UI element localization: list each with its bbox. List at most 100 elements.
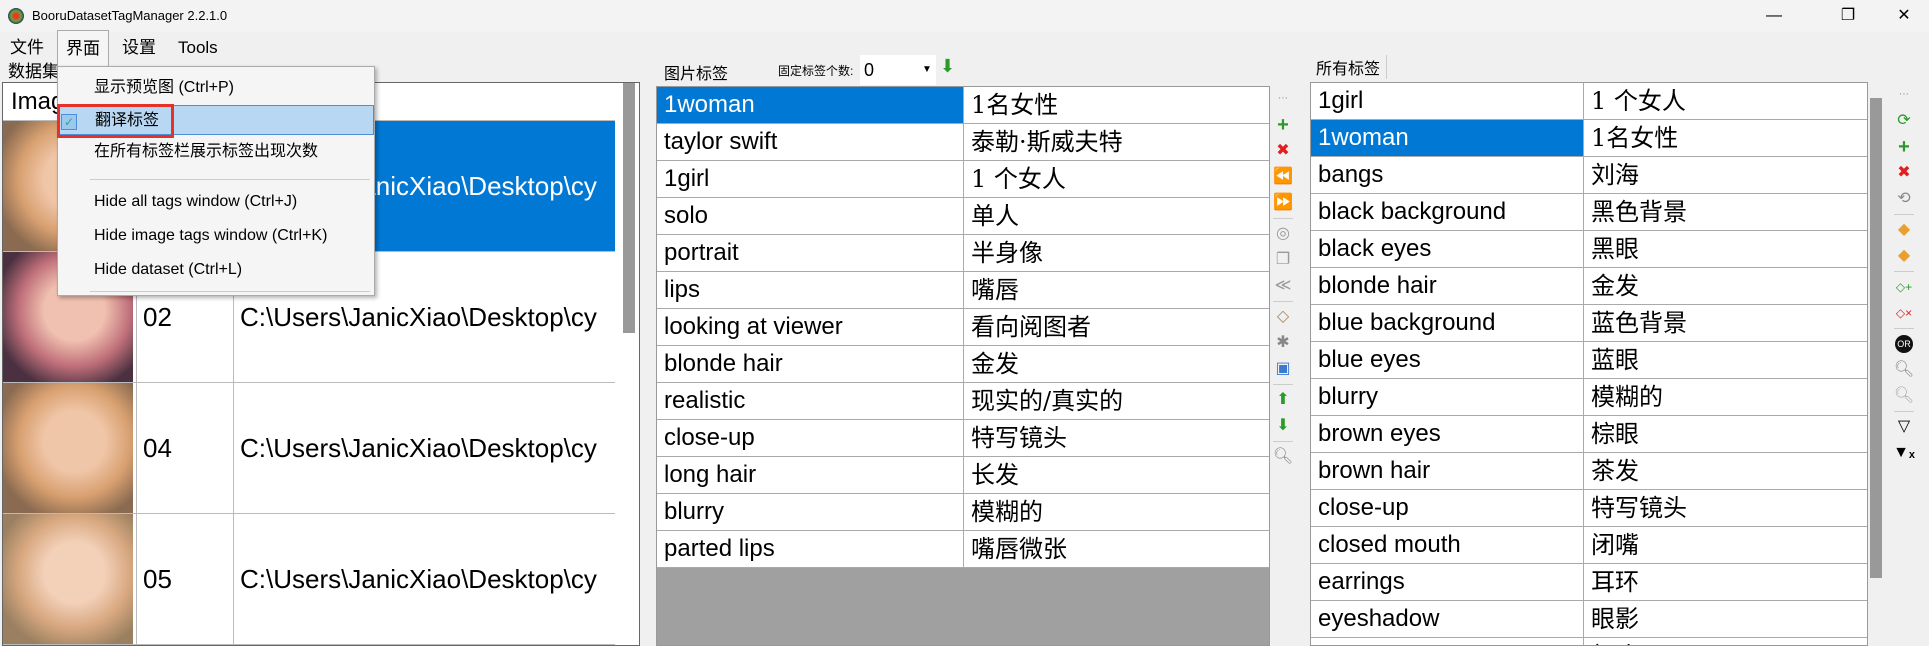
all-tags-scrollbar[interactable] [1870,98,1882,578]
dataset-row[interactable]: 05 C:\Users\JanicXiao\Desktop\cy [3,514,615,645]
tag-name[interactable]: brown eyes [1311,416,1584,452]
tag-translation[interactable]: 额头 [1585,638,1867,645]
replace-icon[interactable]: ⟲ [1893,186,1915,212]
menu-settings[interactable]: 设置 [114,30,164,66]
filter-icon[interactable]: ▽ [1893,414,1915,440]
tag-row[interactable]: lips 嘴唇 [657,272,1269,309]
tag-row[interactable]: long hair 长发 [657,457,1269,494]
tag-translation[interactable]: 1 个女人 [965,161,1269,197]
tag-add-icon[interactable]: ◆ [1893,217,1915,243]
delete-icon[interactable]: ✖ [1893,160,1915,186]
tag-translation[interactable]: 模糊的 [1585,379,1867,415]
tag-row[interactable]: brown hair 茶发 [1311,453,1867,490]
tag-name[interactable]: 1girl [657,161,964,197]
tab-all-tags[interactable]: 所有标签 [1310,55,1388,79]
tag-name[interactable]: taylor swift [657,124,964,160]
move-down-icon[interactable]: ⬇ [1272,413,1294,439]
tag-row[interactable]: brown eyes 棕眼 [1311,416,1867,453]
tag-row[interactable]: solo 单人 [657,198,1269,235]
tag-translation[interactable]: 单人 [965,198,1269,234]
tag-translation[interactable]: 金发 [1585,268,1867,304]
tag-name[interactable]: blurry [1311,379,1584,415]
tag-translation[interactable]: 看向阅图者 [965,309,1269,345]
menu-item-hide-dataset[interactable]: Hide dataset (Ctrl+L) [58,255,374,285]
search-icon[interactable]: 🔍︎ [1893,357,1915,383]
add-icon[interactable]: + [1893,134,1915,160]
settings-icon[interactable]: ✱ [1272,330,1294,356]
tag-row[interactable]: looking at viewer 看向阅图者 [657,309,1269,346]
tag-translation[interactable]: 黑色背景 [1585,194,1867,230]
tag-row[interactable]: close-up 特写镜头 [657,420,1269,457]
search-icon[interactable]: 🔍︎ [1272,444,1294,470]
tag-translation[interactable]: 刘海 [1585,157,1867,193]
tag-translation[interactable]: 特写镜头 [1585,490,1867,526]
tag-name[interactable]: solo [657,198,964,234]
tag-translation[interactable]: 半身像 [965,235,1269,271]
label-add-icon[interactable]: ◇+ [1893,274,1915,300]
disc-icon[interactable]: ◎ [1272,221,1294,247]
menu-item-show-tag-counts[interactable]: 在所有标签栏展示标签出现次数 [58,137,374,167]
tag-name[interactable]: brown hair [1311,453,1584,489]
or-icon[interactable]: OR [1895,335,1913,353]
tag-row[interactable]: eyeshadow 眼影 [1311,601,1867,638]
tag-name[interactable]: closed mouth [1311,527,1584,563]
tag-row[interactable]: forehead额头 [1311,638,1867,645]
tag-translation[interactable]: 泰勒·斯威夫特 [965,124,1269,160]
tag-row[interactable]: black eyes 黑眼 [1311,231,1867,268]
tag-translation[interactable]: 1 个女人 [1585,83,1867,119]
tag-translation[interactable]: 耳环 [1585,564,1867,600]
tag-name[interactable]: eyeshadow [1311,601,1584,637]
tag-name[interactable]: looking at viewer [657,309,964,345]
tag-row[interactable]: blonde hair 金发 [657,346,1269,383]
tag-row[interactable]: parted lips 嘴唇微张 [657,531,1269,568]
copy-icon[interactable]: ❐ [1272,247,1294,273]
add-icon[interactable]: + [1272,112,1294,138]
tag-translation[interactable]: 棕眼 [1585,416,1867,452]
tag-name[interactable]: portrait [657,235,964,271]
tag-name[interactable]: black background [1311,194,1584,230]
tag-name[interactable]: black eyes [1311,231,1584,267]
tag-translation[interactable]: 金发 [965,346,1269,382]
tag-row[interactable]: closed mouth 闭嘴 [1311,527,1867,564]
menu-item-hide-all-tags[interactable]: Hide all tags window (Ctrl+J) [58,187,374,217]
tag-translation[interactable]: 模糊的 [965,494,1269,530]
tag-translation[interactable]: 嘴唇 [965,272,1269,308]
tag-name[interactable]: parted lips [657,531,964,567]
search-clear-icon[interactable]: 🔍︎ [1893,383,1915,409]
tag-row[interactable]: portrait 半身像 [657,235,1269,272]
tag-row[interactable]: blue eyes 蓝眼 [1311,342,1867,379]
tag-translation[interactable]: 闭嘴 [1585,527,1867,563]
restore-button[interactable]: ❐ [1820,0,1876,32]
tag-name[interactable]: 1woman [1311,120,1584,156]
tag-name[interactable]: realistic [657,383,964,419]
paste-icon[interactable]: ≪ [1272,273,1294,299]
dataset-row[interactable]: 04 C:\Users\JanicXiao\Desktop\cy [3,383,615,514]
tag-row[interactable]: 1woman 1名女性 [657,87,1269,124]
tag-translation[interactable]: 黑眼 [1585,231,1867,267]
tag-name[interactable]: 1girl [1311,83,1584,119]
tag-row[interactable]: black background 黑色背景 [1311,194,1867,231]
dataset-scrollbar[interactable] [623,83,635,333]
tag-name[interactable]: blue background [1311,305,1584,341]
close-button[interactable]: ✕ [1876,0,1929,32]
tag-translation[interactable]: 1名女性 [1585,120,1867,156]
tag-row[interactable]: blue background 蓝色背景 [1311,305,1867,342]
tag-translation[interactable]: 茶发 [1585,453,1867,489]
tag-row[interactable]: blurry 模糊的 [657,494,1269,531]
tag-name[interactable]: blonde hair [657,346,964,382]
tag-row[interactable]: 1girl 1 个女人 [657,161,1269,198]
tag-translation[interactable]: 蓝色背景 [1585,305,1867,341]
tag-name[interactable]: close-up [1311,490,1584,526]
tag-remove-icon[interactable]: ◆ [1893,243,1915,269]
tag-translation[interactable]: 蓝眼 [1585,342,1867,378]
menu-view[interactable]: 界面 [57,30,109,66]
tag-name[interactable]: blonde hair [1311,268,1584,304]
tag-name[interactable]: blue eyes [1311,342,1584,378]
clear-filter-icon[interactable]: ▼ₓ [1893,440,1915,466]
tag-row[interactable]: realistic 现实的/真实的 [657,383,1269,420]
tag-row[interactable]: 1woman 1名女性 [1311,120,1867,157]
image-icon[interactable]: ▣ [1272,356,1294,382]
delete-icon[interactable]: ✖ [1272,138,1294,164]
label-remove-icon[interactable]: ◇× [1893,300,1915,326]
menu-item-show-preview[interactable]: 显示预览图 (Ctrl+P) [58,73,374,103]
